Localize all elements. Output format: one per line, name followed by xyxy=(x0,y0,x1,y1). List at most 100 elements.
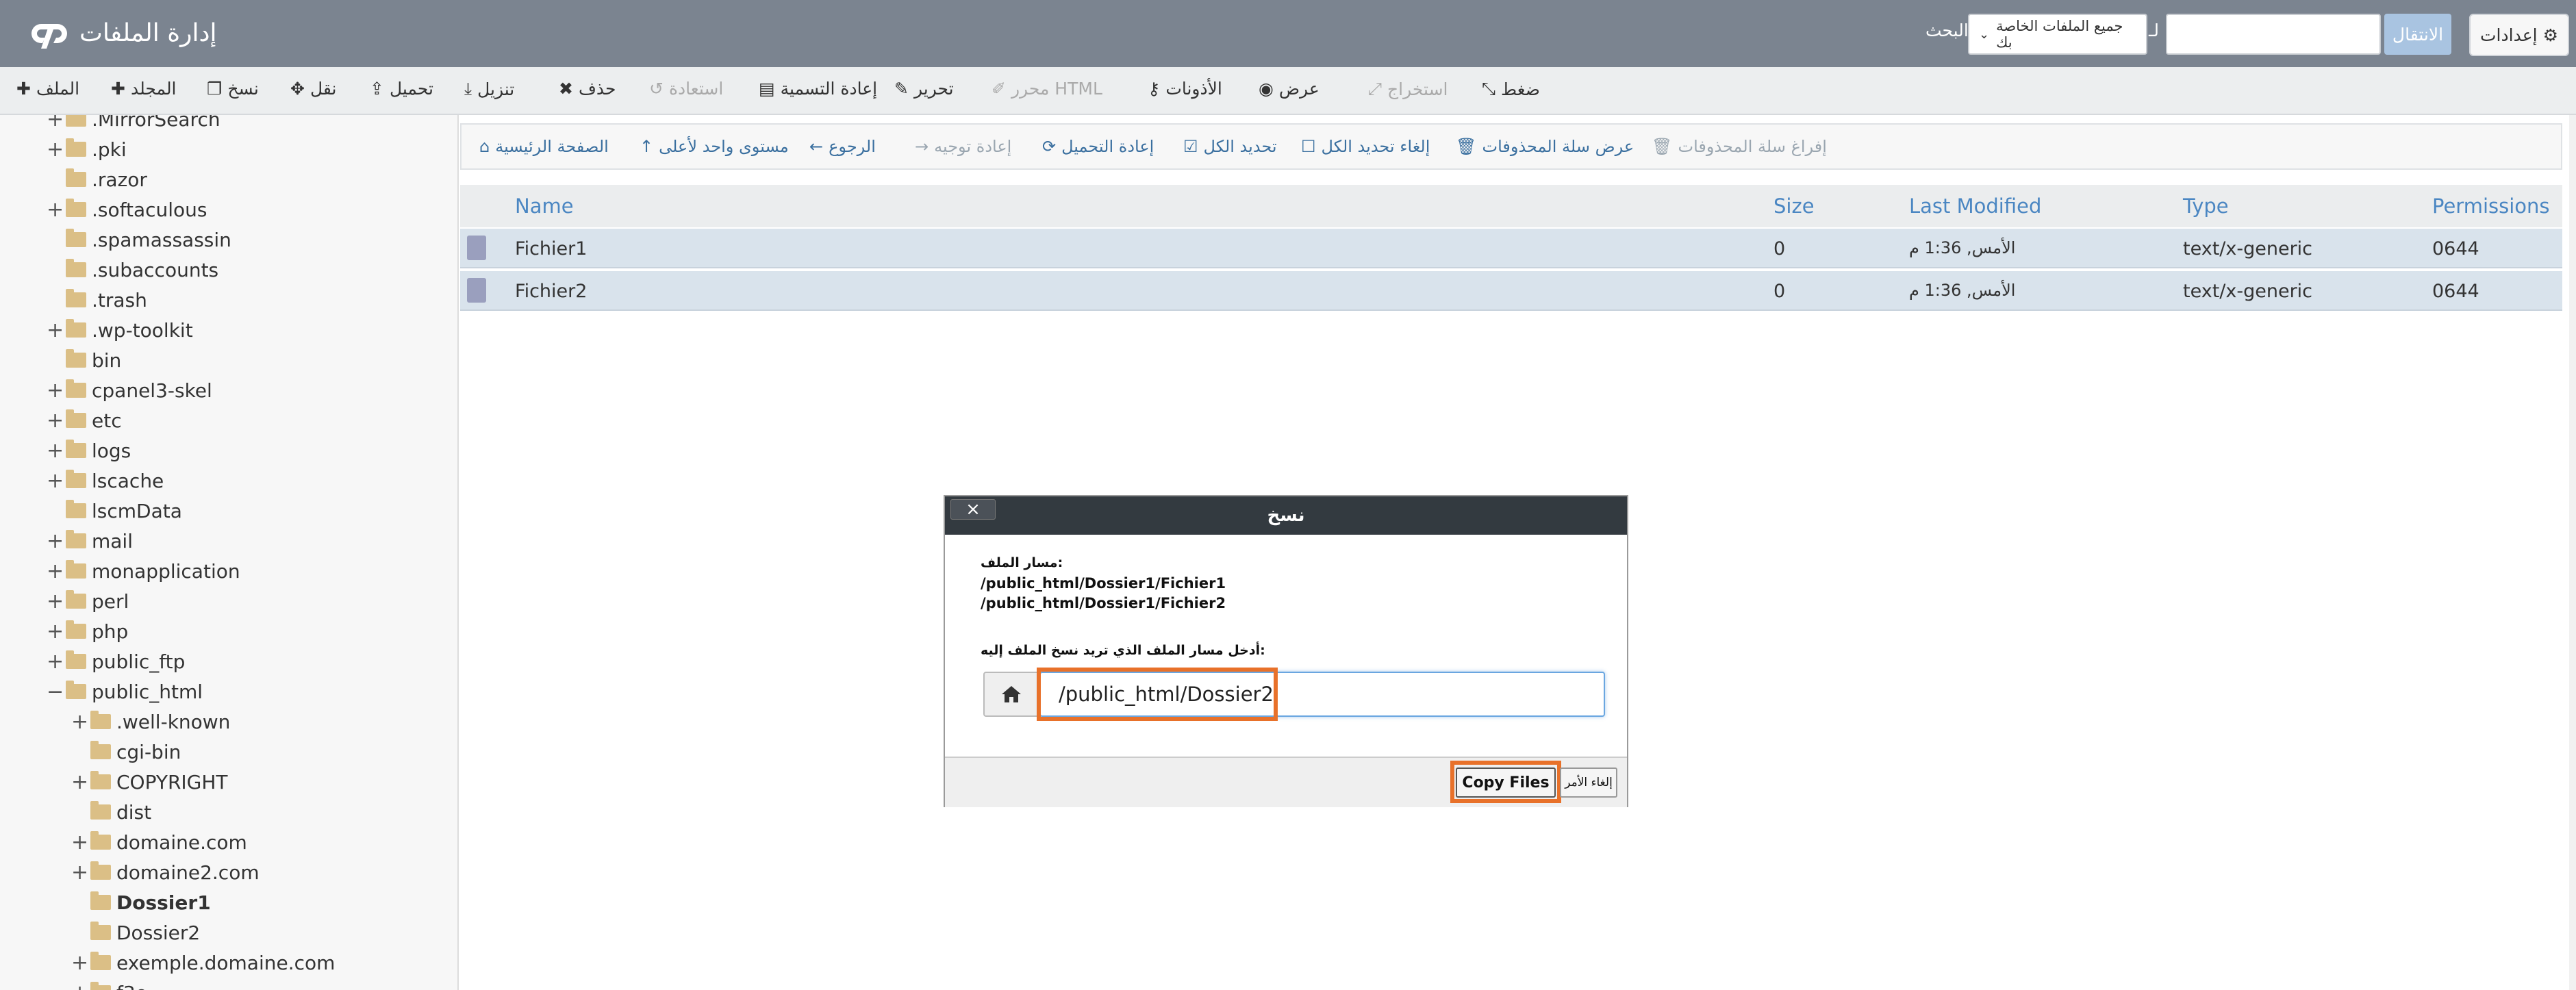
top-header: إدارة الملفات البحث ⌄ جميع الملفات الخاص… xyxy=(0,0,2576,67)
expand-icon[interactable]: + xyxy=(71,951,88,975)
col-last-modified[interactable]: Last Modified xyxy=(1909,194,2041,218)
go-button[interactable]: الانتقال xyxy=(2384,14,2451,55)
expand-icon[interactable]: + xyxy=(71,710,88,734)
toolbar-new-folder[interactable]: ✚ المجلد xyxy=(111,79,177,99)
toolbar-move[interactable]: ✥ نقل xyxy=(290,79,337,99)
folder-icon xyxy=(66,409,86,428)
tree-item[interactable]: + exemple.domaine.com xyxy=(71,949,335,976)
tree-item[interactable]: Dossier1 xyxy=(71,889,211,916)
expand-icon[interactable]: + xyxy=(71,770,88,794)
tree-item[interactable]: + lscache xyxy=(47,467,164,494)
folder-icon xyxy=(66,440,86,458)
expand-icon[interactable]: + xyxy=(71,981,88,990)
tree-item[interactable]: + domaine.com xyxy=(71,828,247,856)
nav-select-all[interactable]: ☑ تحديد الكل xyxy=(1183,137,1277,156)
table-row[interactable]: Fichier1 0 الأمس, 1:36 م text/x-generic … xyxy=(460,229,2562,268)
tree-item[interactable]: + .softaculous xyxy=(47,196,207,223)
tree-item[interactable]: + domaine2.com xyxy=(71,859,260,886)
toolbar-html-editor[interactable]: ✐ محرر HTML xyxy=(992,79,1102,99)
nav-view-trash[interactable]: 🗑 عرض سلة المحذوفات xyxy=(1456,137,1634,156)
search-input[interactable] xyxy=(2166,14,2381,55)
tree-item[interactable]: + .MirrorSearch xyxy=(47,115,220,133)
col-size[interactable]: Size xyxy=(1773,194,1815,218)
expand-icon[interactable]: + xyxy=(47,650,64,674)
nav-home[interactable]: ⌂ الصفحة الرئيسية xyxy=(479,137,609,156)
nav-up-one-level[interactable]: ↑ مستوى واحد لأعلى xyxy=(640,137,789,156)
close-icon[interactable]: × xyxy=(950,499,996,520)
toolbar-download[interactable]: ⤓ تنزيل xyxy=(464,79,514,99)
tree-item[interactable]: + php xyxy=(47,618,128,645)
toolbar-label: تحميل xyxy=(389,79,433,99)
toolbar-edit[interactable]: ✎ تحرير xyxy=(894,79,954,99)
tree-item[interactable]: + .well-known xyxy=(71,708,230,735)
tree-item[interactable]: + public_ftp xyxy=(47,648,185,675)
tree-item[interactable]: − public_html xyxy=(47,678,203,705)
folder-icon xyxy=(90,952,111,970)
tree-item[interactable]: bin xyxy=(47,346,121,374)
nav-empty-trash[interactable]: 🗑 إفراغ سلة المحذوفات xyxy=(1652,137,1827,156)
tree-item[interactable]: + perl xyxy=(47,587,129,615)
tree-item[interactable]: + monapplication xyxy=(47,557,240,585)
tree-item[interactable]: .trash xyxy=(47,286,147,314)
folder-tree: + .MirrorSearch + .pki .razor + .softaculous .s… xyxy=(0,115,459,990)
tree-item[interactable]: .razor xyxy=(47,166,147,193)
tree-item[interactable]: + logs xyxy=(47,437,131,464)
file-modified: الأمس, 1:36 م xyxy=(1909,281,2016,300)
toolbar-delete[interactable]: ✖ حذف xyxy=(559,79,616,99)
nav-reload[interactable]: ⟳ إعادة التحميل xyxy=(1042,137,1154,156)
toolbar-extract[interactable]: ⤢ استخراج xyxy=(1368,79,1448,99)
toolbar-view[interactable]: ◉ عرض xyxy=(1259,79,1319,99)
tree-item[interactable]: .subaccounts xyxy=(47,256,218,283)
tree-item[interactable]: lscmData xyxy=(47,497,182,524)
copy-files-button[interactable]: Copy Files xyxy=(1456,767,1556,798)
expand-icon[interactable]: + xyxy=(47,620,64,644)
tree-item[interactable]: + cpanel3-skel xyxy=(47,377,212,404)
toolbar-label: نسخ xyxy=(227,79,259,99)
tree-item[interactable]: + .pki xyxy=(47,136,127,163)
destination-path-input[interactable]: /public_html/Dossier2 xyxy=(1039,672,1605,717)
toolbar-permissions[interactable]: ⚷ الأذونات xyxy=(1148,79,1222,99)
tree-item[interactable]: cgi-bin xyxy=(71,738,181,765)
expand-icon[interactable]: + xyxy=(47,589,64,613)
expand-icon[interactable]: + xyxy=(47,115,64,131)
expand-icon[interactable]: + xyxy=(71,861,88,885)
toolbar-restore[interactable]: ↺ استعادة xyxy=(649,79,723,99)
collapse-icon[interactable]: − xyxy=(47,680,64,704)
expand-icon[interactable]: + xyxy=(47,469,64,493)
nav-unselect-all[interactable]: ☐ إلغاء تحديد الكل xyxy=(1301,137,1430,156)
tree-item[interactable]: + .wp-toolkit xyxy=(47,316,193,344)
expand-icon[interactable]: + xyxy=(47,138,64,162)
home-directory-button[interactable] xyxy=(983,672,1039,717)
tree-item[interactable]: + etc xyxy=(47,407,122,434)
nav-back[interactable]: ← الرجوع xyxy=(809,137,876,156)
tree-item[interactable]: + f3e xyxy=(71,979,147,990)
expand-icon[interactable]: + xyxy=(47,198,64,222)
search-scope-select[interactable]: ⌄ جميع الملفات الخاصة بك xyxy=(1968,14,2147,55)
settings-button[interactable]: إعدادات ⚙ xyxy=(2469,14,2569,56)
tree-item[interactable]: + mail xyxy=(47,527,133,555)
col-permissions[interactable]: Permissions xyxy=(2432,194,2550,218)
nav-forward[interactable]: → إعادة توجيه xyxy=(915,137,1011,156)
cancel-button[interactable]: إلغاء الأمر xyxy=(1560,767,1617,798)
col-type[interactable]: Type xyxy=(2183,194,2229,218)
expand-icon[interactable]: + xyxy=(47,529,64,553)
plus-icon: ✚ xyxy=(111,79,125,99)
expand-icon[interactable]: + xyxy=(47,559,64,583)
toolbar-rename[interactable]: ▤ إعادة التسمية xyxy=(759,79,877,99)
toolbar-compress[interactable]: ⤡ ضغط xyxy=(1482,79,1540,99)
expand-icon[interactable]: + xyxy=(47,409,64,433)
expand-icon[interactable]: + xyxy=(47,379,64,403)
toolbar-upload[interactable]: ⇪ تحميل xyxy=(370,79,433,99)
expand-icon[interactable]: + xyxy=(71,830,88,854)
table-row[interactable]: Fichier2 0 الأمس, 1:36 م text/x-generic … xyxy=(460,271,2562,311)
tree-item[interactable]: dist xyxy=(71,798,151,826)
tree-item[interactable]: + COPYRIGHT xyxy=(71,768,228,796)
tree-item[interactable]: Dossier2 xyxy=(71,919,200,946)
page-scrollbar[interactable] xyxy=(2569,115,2576,990)
expand-icon[interactable]: + xyxy=(47,318,64,342)
col-name[interactable]: Name xyxy=(515,194,574,218)
tree-item[interactable]: .spamassassin xyxy=(47,226,231,253)
toolbar-copy[interactable]: ❐ نسخ xyxy=(207,79,259,99)
expand-icon[interactable]: + xyxy=(47,439,64,463)
toolbar-new-file[interactable]: ✚ الملف xyxy=(16,79,79,99)
